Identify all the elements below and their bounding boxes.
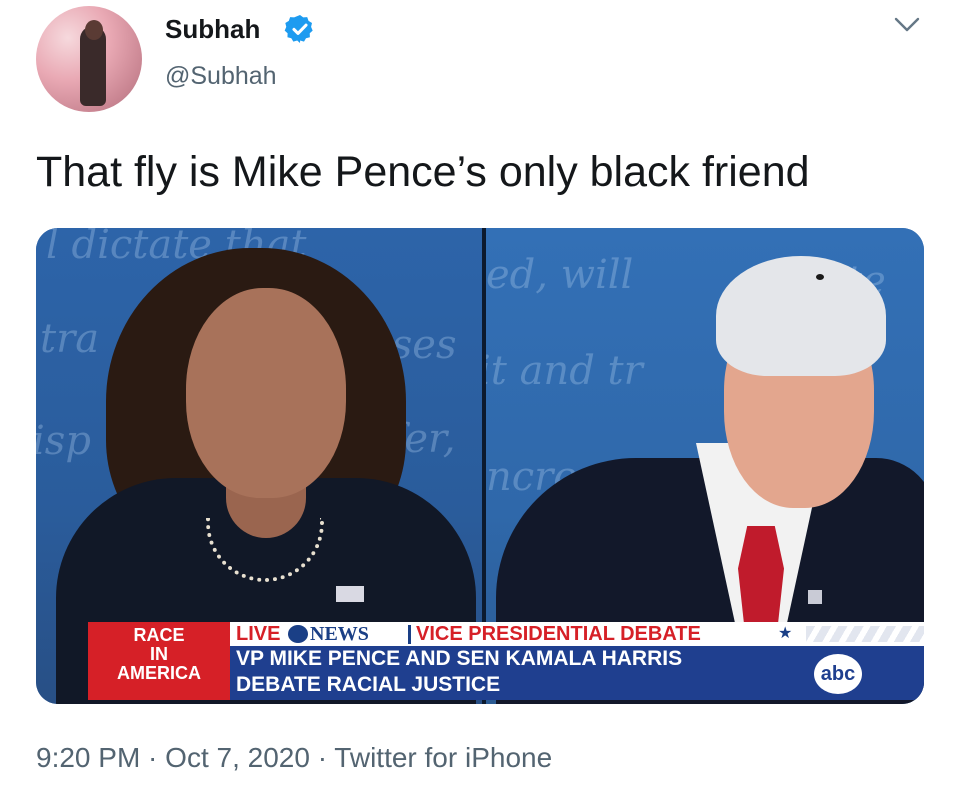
decorative-stripes	[806, 626, 924, 642]
wall-text: it and tr	[486, 348, 643, 394]
abc-logo: abc	[814, 654, 862, 694]
tweet-timestamp[interactable]: 9:20 PM · Oct 7, 2020 · Twitter for iPho…	[36, 742, 552, 774]
program-title: VICE PRESIDENTIAL DEBATE	[416, 622, 701, 646]
network-text: NEWS	[310, 623, 369, 645]
pence-hair	[716, 256, 886, 376]
user-handle[interactable]: @Subhah	[165, 62, 277, 91]
verified-badge-icon	[284, 15, 313, 43]
race-text: AMERICA	[117, 663, 201, 683]
race-in-america-badge: RACE IN AMERICA	[88, 622, 230, 700]
display-name[interactable]: Subhah	[165, 14, 260, 45]
avatar-head	[85, 20, 103, 40]
headline-line-1: VP MIKE PENCE AND SEN KAMALA HARRIS	[236, 647, 683, 670]
harris-face	[186, 288, 346, 498]
star-icon: ★	[778, 625, 793, 642]
tweet-media-image[interactable]: l dictate that tra uses isp ffer, ed, wi…	[36, 228, 924, 704]
abc-news-label: NEWS	[288, 622, 369, 646]
separator	[408, 625, 411, 644]
fly-icon	[816, 274, 824, 280]
abc-news-logo-icon	[288, 625, 308, 643]
program-text: VICE PRESIDENTIAL DEBATE	[416, 623, 701, 645]
avatar[interactable]	[36, 6, 142, 112]
race-text: IN	[150, 644, 168, 664]
flag-pin-icon	[808, 590, 822, 604]
tweet-text: That fly is Mike Pence’s only black frie…	[36, 148, 810, 196]
live-label: LIVE	[236, 623, 281, 645]
flag-pin-icon	[336, 586, 364, 602]
chevron-down-icon[interactable]	[894, 14, 920, 36]
headline-line-2: DEBATE RACIAL JUSTICE	[236, 673, 501, 696]
wall-text: isp	[36, 418, 91, 464]
race-text: RACE	[133, 625, 185, 645]
wall-text: tra	[40, 316, 100, 362]
wall-text: ed, will	[486, 252, 634, 298]
